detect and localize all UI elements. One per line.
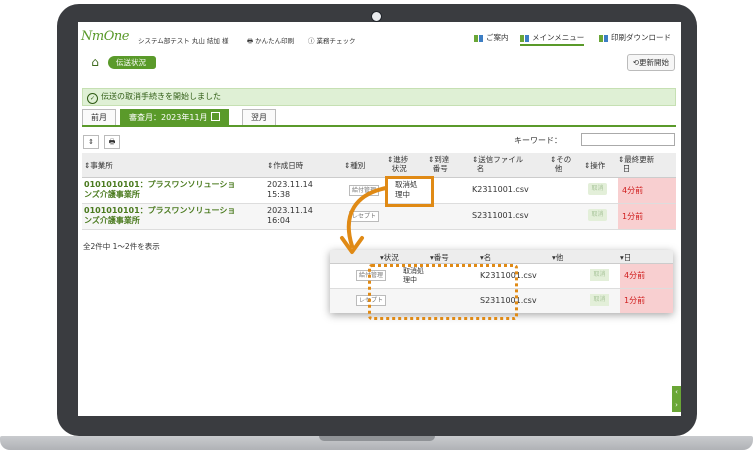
month-tabs: 前月 審査月：2023年11月 翌月 bbox=[82, 109, 676, 127]
updated-cell: 1分前 bbox=[620, 289, 673, 313]
file-name: K2311001.csv bbox=[472, 185, 529, 194]
tab-next-month[interactable]: 翌月 bbox=[242, 109, 276, 125]
nav-main-menu[interactable]: メインメニュー bbox=[520, 32, 585, 46]
created-date: 2023.11.14 15:38 bbox=[267, 180, 313, 199]
updated-cell: 4分前 bbox=[620, 264, 673, 288]
zoom-th-updated: ▾日 bbox=[620, 253, 632, 262]
home-icon[interactable]: ⌂ bbox=[86, 54, 104, 70]
cancel-button[interactable]: 取消 bbox=[590, 269, 609, 281]
updated-cell: 1分前 bbox=[618, 204, 676, 229]
th-file[interactable]: ⇕送信ファイル 名 bbox=[472, 155, 523, 173]
app-logo: NmOne bbox=[81, 29, 129, 44]
grid-icon bbox=[474, 34, 483, 42]
task-check-link[interactable]: ⓘ 業務チェック bbox=[308, 35, 356, 45]
easy-print-link[interactable]: 🖶 かんたん印刷 bbox=[247, 35, 294, 48]
cancel-button[interactable]: 取消 bbox=[590, 294, 609, 306]
zoom-th-other: ▾他 bbox=[552, 253, 564, 262]
th-progress[interactable]: ⇕進捗 状況 bbox=[387, 155, 408, 173]
calendar-icon[interactable] bbox=[210, 112, 220, 121]
webcam bbox=[371, 11, 382, 22]
cancel-button[interactable]: 取消 bbox=[588, 209, 607, 221]
nav-print-download[interactable]: 印刷ダウンロード bbox=[599, 32, 671, 43]
side-collapse-tab[interactable]: ‹ › bbox=[672, 386, 681, 412]
th-type[interactable]: ⇕種別 bbox=[344, 161, 365, 170]
app-screen: NmOne システム部テスト 丸山 結加 様 🖶 かんたん印刷 ⓘ 業務チェック ご… bbox=[78, 22, 681, 416]
nav-guide[interactable]: ご案内 bbox=[474, 32, 509, 43]
tab-prev-month[interactable]: 前月 bbox=[82, 109, 116, 125]
created-date: 2023.11.14 16:04 bbox=[267, 206, 313, 225]
check-circle-icon: ✓ bbox=[87, 93, 98, 104]
info-icon: ⓘ bbox=[308, 37, 315, 45]
grid-icon bbox=[599, 34, 608, 42]
printer-icon: 🖶 bbox=[247, 37, 254, 45]
breadcrumb: 伝送状況 bbox=[108, 56, 156, 69]
th-action[interactable]: ⇕操作 bbox=[584, 161, 605, 170]
file-name: S2311001.csv bbox=[472, 211, 529, 220]
th-arrival[interactable]: ⇕到達 番号 bbox=[428, 155, 449, 173]
laptop-notch bbox=[319, 436, 435, 441]
sort-icon[interactable]: ⇕ bbox=[83, 135, 99, 149]
th-updated[interactable]: ⇕最終更新 日 bbox=[618, 155, 654, 173]
th-other[interactable]: ⇕その 他 bbox=[550, 155, 571, 173]
print-icon[interactable]: 🖶 bbox=[104, 135, 120, 149]
notice-banner: ✓ 伝送の取消手続きを開始しました bbox=[82, 88, 676, 106]
callout-arrow-icon bbox=[340, 186, 388, 254]
office-link[interactable]: 0101010101：プラスワンソリューショ ンズ介護事業所 bbox=[84, 180, 262, 200]
office-link[interactable]: 0101010101：プラスワンソリューショ ンズ介護事業所 bbox=[84, 206, 262, 226]
refresh-button[interactable]: ⟲更新開始 bbox=[626, 54, 675, 71]
zoom-th-arrival: ▾番号 bbox=[430, 253, 449, 262]
th-created[interactable]: ⇕作成日時 bbox=[267, 161, 303, 170]
zoom-th-file: ▾名 bbox=[480, 253, 492, 262]
grid-icon bbox=[520, 34, 529, 42]
table-header: ⇕事業所 ⇕作成日時 ⇕種別 ⇕進捗 状況 ⇕到達 番号 ⇕送信ファイル 名 ⇕… bbox=[82, 153, 676, 178]
keyword-input[interactable] bbox=[581, 133, 675, 146]
cancel-button[interactable]: 取消 bbox=[588, 183, 607, 195]
th-office[interactable]: ⇕事業所 bbox=[84, 161, 113, 170]
tab-current-month[interactable]: 審査月：2023年11月 bbox=[120, 109, 229, 125]
result-count: 全2件中 1～2件を表示 bbox=[83, 242, 160, 251]
keyword-label: キーワード： bbox=[514, 136, 562, 145]
zoom-dotted-highlight bbox=[368, 264, 518, 320]
user-info: システム部テスト 丸山 結加 様 bbox=[138, 37, 229, 45]
updated-cell: 4分前 bbox=[618, 178, 676, 203]
